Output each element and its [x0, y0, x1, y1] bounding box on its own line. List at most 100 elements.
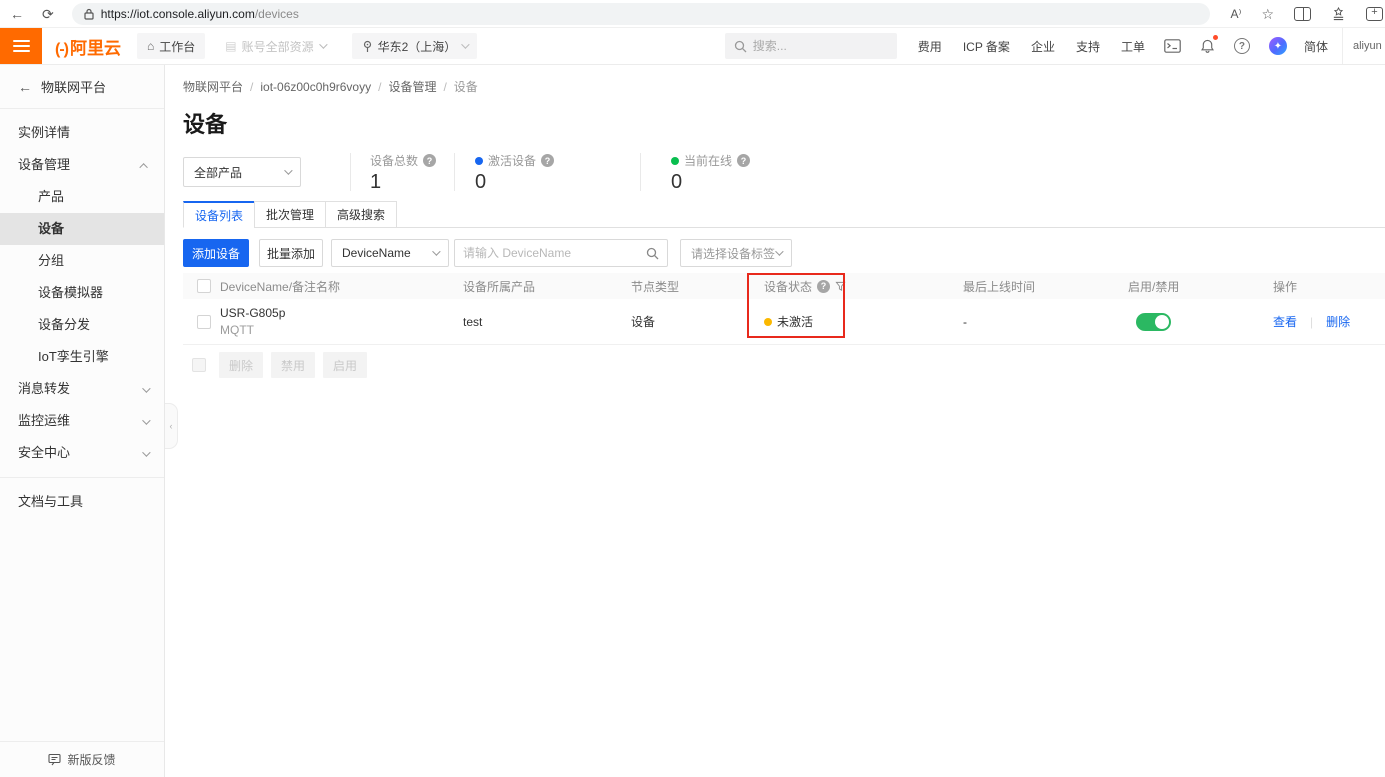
nav-link-icp[interactable]: ICP 备案	[963, 38, 1010, 55]
sidebar-item-products[interactable]: 产品	[0, 181, 164, 213]
nav-link-support[interactable]: 支持	[1076, 38, 1100, 55]
nav-link-enterprise[interactable]: 企业	[1031, 38, 1055, 55]
language-switch[interactable]: 简体	[1304, 38, 1328, 55]
breadcrumb-item[interactable]: iot-06z00c0h9r6voyy	[260, 80, 371, 94]
feedback-button[interactable]: 新版反馈	[0, 741, 164, 777]
tag-filter-dropdown[interactable]: 请选择设备标签	[680, 239, 792, 267]
home-icon: ⌂	[147, 39, 154, 53]
chevron-down-icon	[461, 40, 469, 48]
batch-delete-button[interactable]: 删除	[219, 352, 263, 378]
help-circle-icon[interactable]: ?	[817, 280, 830, 293]
tab-advanced-search[interactable]: 高级搜索	[325, 201, 397, 228]
col-device-name: DeviceName/备注名称	[215, 278, 458, 295]
batch-add-button[interactable]: 批量添加	[259, 239, 323, 267]
terminal-icon[interactable]	[1164, 39, 1181, 53]
username[interactable]: aliyun	[1353, 40, 1385, 52]
sidebar-group-security-center[interactable]: 安全中心	[0, 437, 164, 469]
help-icon[interactable]: ?	[1234, 38, 1250, 54]
row-checkbox[interactable]	[197, 315, 211, 329]
favorite-star-icon[interactable]: ☆	[1261, 7, 1274, 21]
batch-actions: 删除 禁用 启用	[183, 352, 1385, 378]
filter-funnel-icon[interactable]	[835, 281, 846, 292]
global-search-input[interactable]	[753, 39, 888, 53]
sidebar-group-device-management[interactable]: 设备管理	[0, 149, 164, 181]
tab-batch-management[interactable]: 批次管理	[254, 201, 326, 228]
rewards-icon[interactable]: ✦	[1269, 37, 1287, 55]
help-circle-icon[interactable]: ?	[541, 154, 554, 167]
search-icon[interactable]	[646, 247, 659, 260]
table-row: USR-G805p MQTT test 设备 未激活 - 查看 | 删除	[183, 299, 1385, 345]
feedback-icon	[48, 753, 61, 766]
sidebar-collapse-handle[interactable]: ‹	[165, 403, 178, 449]
lock-icon	[84, 8, 94, 20]
bell-icon[interactable]	[1200, 38, 1215, 54]
view-link[interactable]: 查看	[1273, 313, 1297, 330]
nav-link-billing[interactable]: 费用	[918, 38, 942, 55]
table-header: DeviceName/备注名称 设备所属产品 节点类型 设备状态 ? 最后上线时…	[183, 273, 1385, 299]
enable-toggle[interactable]	[1136, 313, 1171, 331]
product-filter-dropdown[interactable]: 全部产品	[183, 157, 301, 187]
browser-refresh-icon[interactable]: ⟳	[42, 7, 54, 21]
address-bar[interactable]: https://iot.console.aliyun.com/devices	[72, 3, 1211, 25]
batch-enable-button[interactable]: 启用	[323, 352, 367, 378]
search-type-dropdown[interactable]: DeviceName	[331, 239, 449, 267]
breadcrumb: 物联网平台 / iot-06z00c0h9r6voyy / 设备管理 / 设备	[183, 65, 1385, 95]
url-path: /devices	[255, 7, 299, 21]
device-protocol: MQTT	[220, 323, 254, 338]
sidebar-item-device-distribution[interactable]: 设备分发	[0, 309, 164, 341]
chevron-down-icon	[142, 416, 150, 424]
sidebar-item-device-simulator[interactable]: 设备模拟器	[0, 277, 164, 309]
browser-back-icon[interactable]: ←	[10, 7, 24, 21]
global-search[interactable]	[725, 33, 897, 59]
breadcrumb-current: 设备	[454, 78, 478, 95]
batch-select-checkbox[interactable]	[192, 358, 206, 372]
collections-icon[interactable]	[1331, 7, 1346, 21]
sidebar-header: ← 物联网平台	[0, 65, 164, 109]
hamburger-menu-icon[interactable]	[0, 28, 42, 65]
sidebar-item-devices[interactable]: 设备	[0, 213, 164, 245]
tab-bar: 设备列表 批次管理 高级搜索	[183, 201, 1385, 228]
device-toolbar: 添加设备 批量添加 DeviceName 请选择设备标签	[183, 239, 1385, 267]
stat-online-devices: 当前在线 ? 0	[671, 153, 770, 191]
breadcrumb-item[interactable]: 设备管理	[388, 78, 436, 95]
breadcrumb-item[interactable]: 物联网平台	[183, 78, 243, 95]
device-search-box	[454, 239, 668, 267]
workbench-button[interactable]: ⌂ 工作台	[137, 33, 205, 59]
read-aloud-icon[interactable]: A⁾	[1230, 8, 1241, 20]
aliyun-logo[interactable]: (-) 阿里云	[55, 34, 121, 59]
tab-device-list[interactable]: 设备列表	[183, 201, 255, 228]
stat-total-devices: 设备总数 ? 1	[370, 153, 454, 191]
sidebar-item-iot-twin-engine[interactable]: IoT孪生引擎	[0, 341, 164, 373]
help-circle-icon[interactable]: ?	[737, 154, 750, 167]
add-device-button[interactable]: 添加设备	[183, 239, 249, 267]
sidebar-item-instance-details[interactable]: 实例详情	[0, 117, 164, 149]
grid-icon: ▤	[225, 39, 236, 53]
col-last-online: 最后上线时间	[958, 278, 1123, 295]
sidebar-group-message-forwarding[interactable]: 消息转发	[0, 373, 164, 405]
device-last-online: -	[958, 315, 1123, 329]
tab-actions-icon[interactable]: +	[1366, 7, 1383, 21]
sidebar-item-docs-tools[interactable]: 文档与工具	[0, 486, 164, 518]
sidebar-group-monitoring-ops[interactable]: 监控运维	[0, 405, 164, 437]
online-dot	[671, 157, 679, 165]
stats-row: 全部产品 设备总数 ? 1 激活设备 ? 0 当前在线 ?	[183, 153, 1385, 191]
nav-link-ticket[interactable]: 工单	[1121, 38, 1145, 55]
back-arrow-icon[interactable]: ←	[18, 79, 32, 95]
col-actions: 操作	[1268, 278, 1385, 295]
help-circle-icon[interactable]: ?	[423, 154, 436, 167]
logo-text: 阿里云	[70, 34, 121, 59]
chevron-down-icon	[142, 448, 150, 456]
sidebar-item-groups[interactable]: 分组	[0, 245, 164, 277]
region-selector[interactable]: 华东2（上海）	[352, 33, 478, 59]
main-content: 物联网平台 / iot-06z00c0h9r6voyy / 设备管理 / 设备 …	[165, 65, 1385, 777]
search-icon	[734, 40, 747, 53]
select-all-checkbox[interactable]	[197, 279, 211, 293]
sidebar-menu: 实例详情 设备管理 产品 设备 分组 设备模拟器 设备分发 IoT孪生引擎 消息…	[0, 109, 164, 741]
delete-link[interactable]: 删除	[1326, 313, 1350, 330]
split-screen-icon[interactable]	[1294, 7, 1311, 21]
device-search-input[interactable]	[463, 246, 646, 260]
account-resources-dropdown[interactable]: ▤ 账号全部资源	[225, 38, 324, 55]
device-name[interactable]: USR-G805p	[220, 306, 285, 321]
batch-disable-button[interactable]: 禁用	[271, 352, 315, 378]
stat-activated-devices: 激活设备 ? 0	[475, 153, 640, 191]
